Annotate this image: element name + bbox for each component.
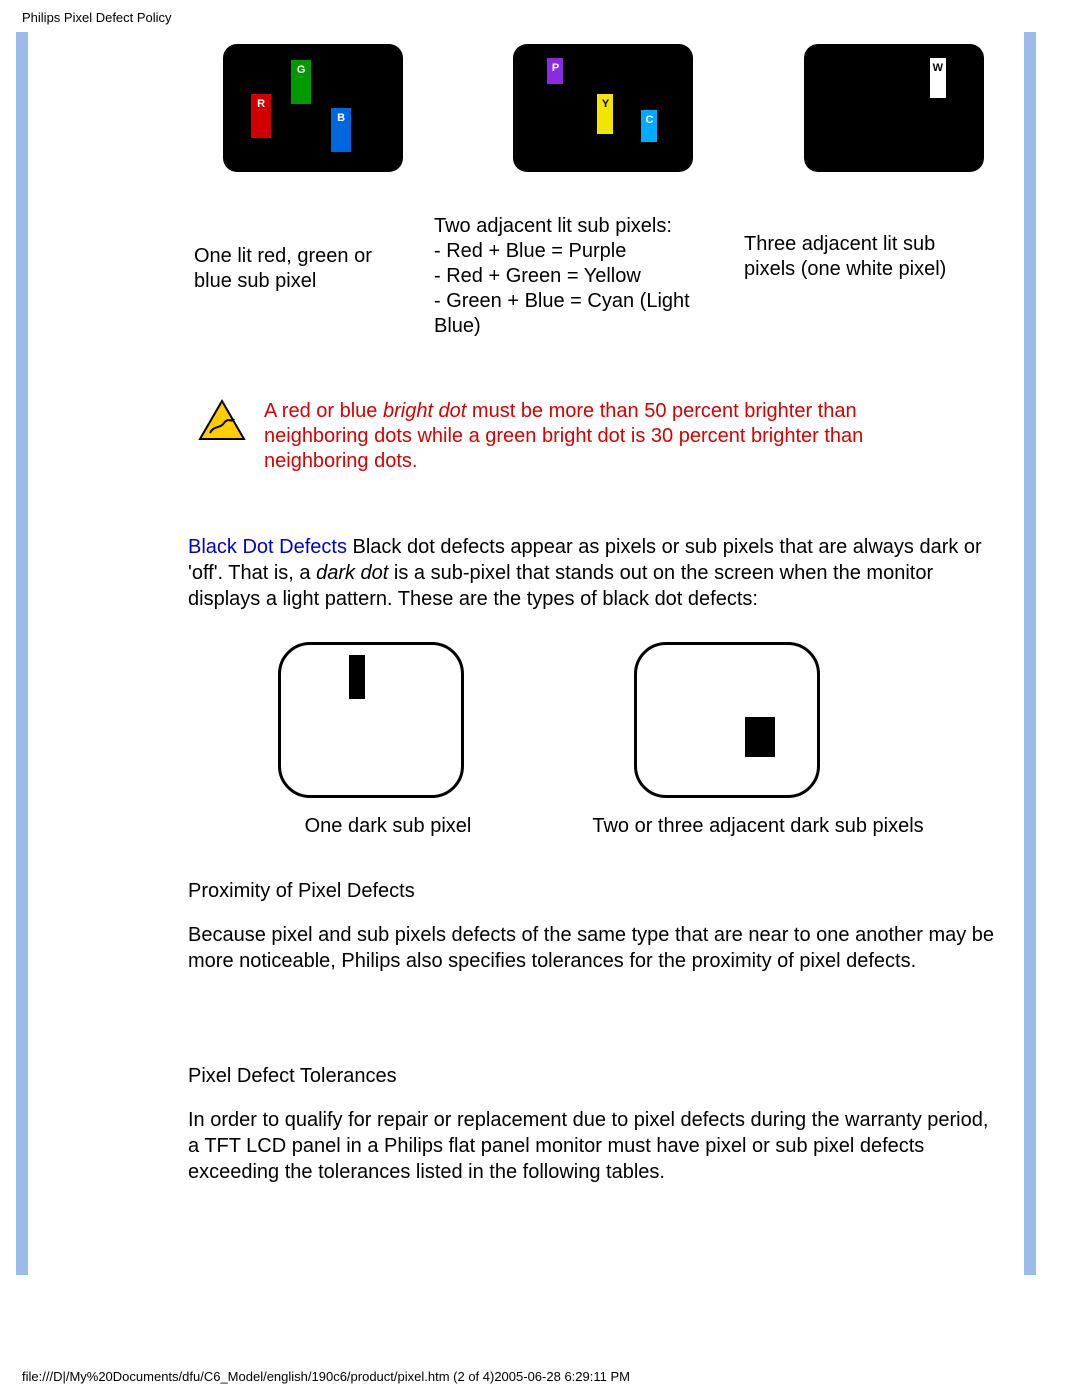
black-dot-em: dark dot (316, 562, 388, 584)
tolerances-heading: Pixel Defect Tolerances (188, 1064, 1004, 1089)
bright-screen-rgb: R G B (203, 44, 423, 172)
warning-icon (198, 399, 246, 443)
bright-defect-illustrations: R G B P Y C W (158, 44, 1004, 172)
caption-two-l3: - Green + Blue = Cyan (Light Blue) (434, 290, 690, 337)
subpixel-red: R (251, 94, 271, 138)
black-screen-pyc: P Y C (513, 44, 693, 172)
tolerances-body: In order to qualify for repair or replac… (188, 1107, 1004, 1185)
white-screen-single (278, 642, 464, 798)
proximity-heading: Proximity of Pixel Defects (188, 879, 1004, 904)
caption-two-l2: - Red + Green = Yellow (434, 265, 641, 287)
bright-dot-warning: A red or blue bright dot must be more th… (198, 399, 1004, 474)
black-screen-white: W (804, 44, 984, 172)
bright-screen-white: W (784, 44, 1004, 172)
dark-captions: One dark sub pixel Two or three adjacent… (278, 814, 1004, 839)
black-dot-lead: Black Dot Defects (188, 536, 347, 558)
page-footer-path: file:///D|/My%20Documents/dfu/C6_Model/e… (22, 1369, 630, 1385)
subpixel-green: G (291, 60, 311, 104)
page-frame: R G B P Y C W (16, 32, 1036, 1275)
caption-two-l1: - Red + Blue = Purple (434, 240, 626, 262)
caption-two-adjacent: Two adjacent lit sub pixels: - Red + Blu… (434, 214, 714, 339)
caption-multi-dark: Two or three adjacent dark sub pixels (568, 814, 948, 839)
caption-one-lit: One lit red, green or blue sub pixel (194, 244, 404, 339)
white-screen-multi (634, 642, 820, 798)
caption-three-adjacent: Three adjacent lit sub pixels (one white… (744, 232, 984, 339)
caption-one-dark: One dark sub pixel (278, 814, 498, 839)
dark-subpixel-single (349, 655, 365, 699)
bright-screen-pyc: P Y C (493, 44, 713, 172)
dark-defect-illustrations (278, 642, 1004, 798)
warning-pre: A red or blue (264, 400, 383, 422)
subpixel-cyan: C (641, 110, 657, 142)
subpixel-white: W (930, 58, 946, 98)
bright-captions: One lit red, green or blue sub pixel Two… (158, 214, 1004, 339)
caption-two-lead: Two adjacent lit sub pixels: (434, 215, 672, 237)
spacer (158, 1004, 1004, 1054)
page: Philips Pixel Defect Policy R G B P Y C (0, 0, 1080, 1397)
page-content: R G B P Y C W (28, 32, 1024, 1275)
proximity-body: Because pixel and sub pixels defects of … (188, 922, 1004, 974)
warning-text: A red or blue bright dot must be more th… (264, 399, 944, 474)
subpixel-yellow: Y (597, 94, 613, 134)
black-screen-rgb: R G B (223, 44, 403, 172)
subpixel-purple: P (547, 58, 563, 84)
warning-em: bright dot (383, 400, 466, 422)
page-running-header: Philips Pixel Defect Policy (22, 10, 1058, 26)
dark-subpixel-multi (745, 717, 775, 757)
black-dot-paragraph: Black Dot Defects Black dot defects appe… (188, 534, 1004, 612)
subpixel-blue: B (331, 108, 351, 152)
